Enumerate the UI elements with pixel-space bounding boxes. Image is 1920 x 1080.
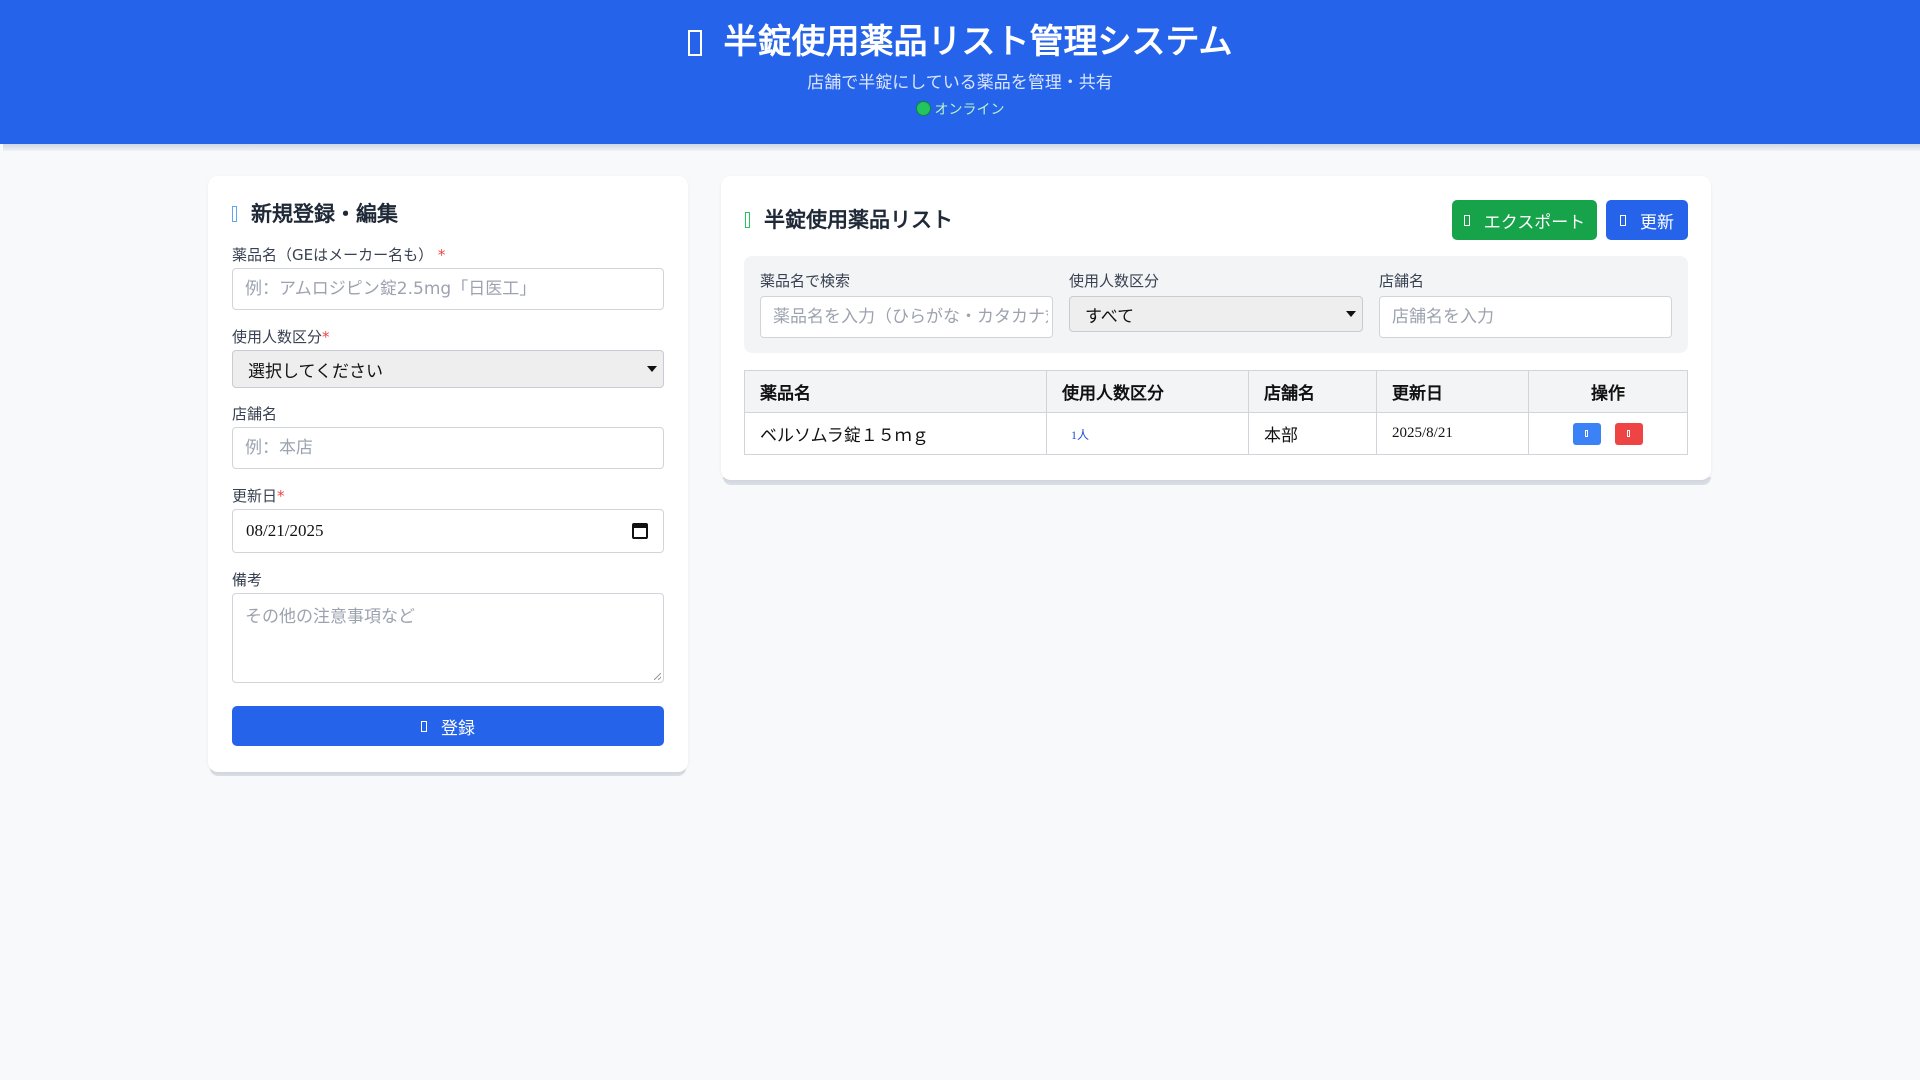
trash-icon <box>1626 429 1630 437</box>
drug-name-label: 薬品名（GEはメーカー名も） * <box>232 244 445 265</box>
drug-table: 薬品名 使用人数区分 店舗名 更新日 操作 ベルソムラ錠１５ｍｇ 1人 本部 2… <box>744 370 1688 455</box>
column-header-actions: 操作 <box>1528 370 1688 413</box>
refresh-icon <box>1620 214 1626 226</box>
update-date-value: 08/21/2025 <box>246 521 324 540</box>
usage-count-select[interactable]: 選択してください <box>232 350 664 388</box>
update-date-label: 更新日* <box>232 485 285 506</box>
chevron-down-icon <box>1346 311 1356 317</box>
download-icon <box>1463 214 1470 226</box>
register-button-label: 登録 <box>441 718 475 739</box>
table-header-row: 薬品名 使用人数区分 店舗名 更新日 操作 <box>744 370 1688 413</box>
update-date-input[interactable]: 08/21/2025 <box>232 509 664 553</box>
table-row: ベルソムラ錠１５ｍｇ 1人 本部 2025/8/21 <box>744 412 1688 455</box>
store-filter-label: 店舗名 <box>1379 272 1425 290</box>
usage-filter-select[interactable]: すべて <box>1069 296 1363 332</box>
header-divider <box>3 144 1920 151</box>
usage-badge: 1人 <box>1071 427 1090 442</box>
usage-count-label-text: 使用人数区分 <box>232 328 323 346</box>
required-mark: * <box>437 246 446 264</box>
registration-form-card: 新規登録・編集 薬品名（GEはメーカー名も） * 使用人数区分* 選択してくださ… <box>208 176 688 772</box>
list-icon <box>745 212 750 228</box>
chevron-down-icon <box>647 366 657 372</box>
update-date-label-text: 更新日 <box>232 487 278 505</box>
required-mark: * <box>322 328 330 346</box>
usage-filter-selected-value: すべて <box>1085 306 1135 327</box>
app-title: 半錠使用薬品リスト管理システム <box>0 20 1920 64</box>
required-mark: * <box>277 487 285 505</box>
search-label: 薬品名で検索 <box>760 272 851 290</box>
refresh-button[interactable]: 更新 <box>1606 200 1688 240</box>
cell-usage: 1人 <box>1046 412 1249 455</box>
form-title-text: 新規登録・編集 <box>251 202 398 226</box>
calendar-icon[interactable] <box>632 523 648 539</box>
delete-row-button[interactable] <box>1614 422 1643 445</box>
connection-status-text: オンライン <box>934 102 1005 118</box>
notes-label: 備考 <box>232 571 263 589</box>
export-button[interactable]: エクスポート <box>1452 200 1597 240</box>
drug-name-input[interactable] <box>232 268 664 310</box>
app-header: 半錠使用薬品リスト管理システム 店舗で半錠にしている薬品を管理・共有 オンライン <box>0 0 1920 144</box>
filter-panel: 薬品名で検索 使用人数区分 すべて 店舗名 <box>744 256 1688 353</box>
pill-icon <box>687 30 702 56</box>
store-filter-input[interactable] <box>1379 296 1672 338</box>
resize-handle[interactable] <box>654 673 661 680</box>
search-input[interactable] <box>760 296 1053 338</box>
edit-row-button[interactable] <box>1573 422 1602 445</box>
notes-textarea[interactable] <box>232 593 664 683</box>
drug-list-card: 半錠使用薬品リスト エクスポート 更新 薬品名で検索 使用人数区分 すべて 店舗… <box>721 176 1711 480</box>
list-title-text: 半錠使用薬品リスト <box>764 208 953 232</box>
register-button[interactable]: 登録 <box>232 706 664 746</box>
connection-status: オンライン <box>0 99 1920 119</box>
edit-icon <box>232 206 237 222</box>
column-header-store[interactable]: 店舗名 <box>1248 370 1377 413</box>
cell-date: 2025/8/21 <box>1376 412 1529 455</box>
edit-icon <box>1585 429 1589 437</box>
drug-name-label-text: 薬品名（GEはメーカー名も） <box>232 246 434 264</box>
usage-count-label: 使用人数区分* <box>232 326 330 347</box>
column-header-usage[interactable]: 使用人数区分 <box>1046 370 1249 413</box>
refresh-button-label: 更新 <box>1640 212 1674 233</box>
online-dot-icon <box>915 101 931 116</box>
store-name-input[interactable] <box>232 427 664 469</box>
cell-store: 本部 <box>1248 412 1377 455</box>
cell-drug-name: ベルソムラ錠１５ｍｇ <box>744 412 1047 455</box>
app-title-text: 半錠使用薬品リスト管理システム <box>723 22 1233 62</box>
usage-filter-label: 使用人数区分 <box>1069 272 1160 290</box>
form-title: 新規登録・編集 <box>232 198 398 228</box>
app-subtitle: 店舗で半錠にしている薬品を管理・共有 <box>807 73 1113 93</box>
store-name-label: 店舗名 <box>232 405 278 423</box>
list-title: 半錠使用薬品リスト <box>745 204 953 234</box>
column-header-date[interactable]: 更新日 <box>1376 370 1529 413</box>
column-header-drug-name[interactable]: 薬品名 <box>744 370 1047 413</box>
export-button-label: エクスポート <box>1483 212 1586 233</box>
save-icon <box>421 720 427 732</box>
cell-actions <box>1528 412 1688 455</box>
usage-count-selected-value: 選択してください <box>248 361 383 382</box>
